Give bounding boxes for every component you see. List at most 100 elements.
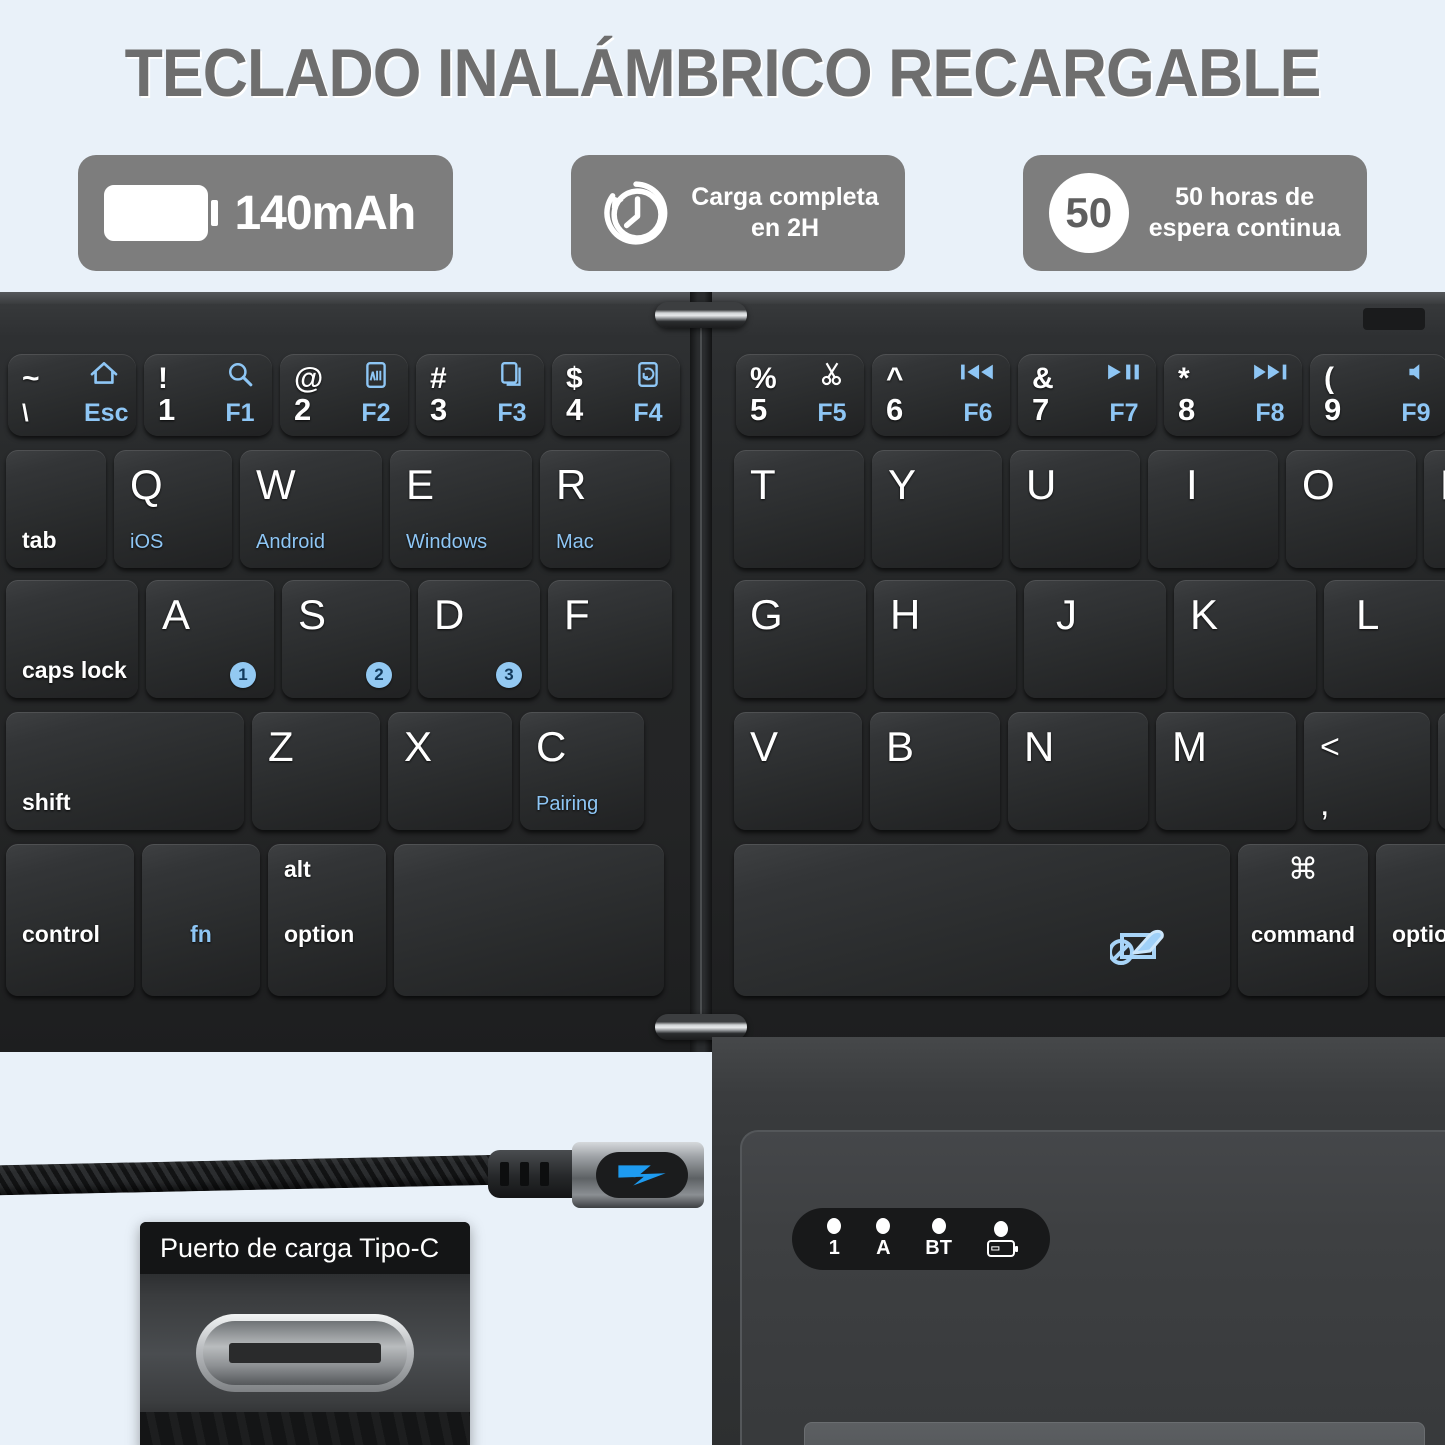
badge-battery-capacity: 140mAh — [78, 155, 454, 271]
key-f2[interactable]: @ 2 F2 — [280, 354, 408, 436]
play-pause-icon — [1104, 361, 1144, 383]
mute-icon — [1396, 361, 1436, 383]
row-bottom-right: ⌘ command option — [734, 844, 1445, 996]
next-track-icon — [1250, 361, 1290, 383]
key-spacebar-left[interactable] — [394, 844, 664, 996]
key-fn[interactable]: fn — [142, 844, 260, 996]
product-infographic: TECLADO INALÁMBRICO RECARGABLE 140mAh Ca… — [0, 0, 1445, 1445]
key-f4[interactable]: $ 4 F4 — [552, 354, 680, 436]
key-f1[interactable]: ! 1 F1 — [144, 354, 272, 436]
key-f8[interactable]: * 8 F8 — [1164, 354, 1302, 436]
key-u[interactable]: U — [1010, 450, 1140, 568]
badge-charge-time: Carga completa en 2H — [571, 155, 905, 271]
key-k[interactable]: K — [1174, 580, 1316, 698]
row-qwerty-right: T Y U I O P — [734, 450, 1445, 568]
usb-c-port — [196, 1314, 414, 1392]
multitask-icon — [492, 361, 532, 389]
key-y[interactable]: Y — [872, 450, 1002, 568]
key-shift[interactable]: shift — [6, 712, 244, 830]
fifty-circle-text: 50 — [1048, 173, 1129, 253]
badge-standby-time: 50 50 horas de espera continua — [1022, 155, 1367, 271]
key-l[interactable]: L — [1324, 580, 1445, 698]
led-indicator-strip: 1 A BT ▭ — [792, 1208, 1050, 1270]
key-g[interactable]: G — [734, 580, 866, 698]
key-n[interactable]: N — [1008, 712, 1148, 830]
cable-boot — [488, 1150, 580, 1198]
function-row-right: % 5 F5 ^ 6 F6 & 7 F7 * 8 F8 (9 F9 — [736, 354, 1445, 436]
trackpad[interactable] — [804, 1422, 1425, 1445]
badge-standby-line1: 50 horas de — [1175, 182, 1315, 211]
cable-braid — [0, 1154, 511, 1196]
key-command[interactable]: ⌘ command — [1238, 844, 1368, 996]
key-f7[interactable]: & 7 F7 — [1018, 354, 1156, 436]
key-e[interactable]: E Windows — [390, 450, 532, 568]
key-spacebar[interactable] — [734, 844, 1230, 996]
search-icon — [220, 361, 260, 387]
key-c[interactable]: C Pairing — [520, 712, 644, 830]
key-m[interactable]: M — [1156, 712, 1296, 830]
key-p[interactable]: P — [1424, 450, 1445, 568]
led-indicator-a: A — [876, 1218, 891, 1260]
key-f6[interactable]: ^ 6 F6 — [872, 354, 1010, 436]
key-b[interactable]: B — [870, 712, 1000, 830]
row-asdf-right: G H J K L — [734, 580, 1445, 698]
key-q[interactable]: Q iOS — [114, 450, 232, 568]
key-caps-lock[interactable]: caps lock — [6, 580, 138, 698]
page-title: TECLADO INALÁMBRICO RECARGABLE — [124, 35, 1322, 111]
key-esc[interactable]: ~ \ Esc — [8, 354, 136, 436]
screenshot-icon — [628, 361, 668, 389]
key-i[interactable]: I — [1148, 450, 1278, 568]
key-r[interactable]: R Mac — [540, 450, 670, 568]
row-qwerty-left: tab Q iOS W Android E Windows R Mac — [6, 450, 670, 568]
keyboard-left-half: ~ \ Esc ! 1 F1 @ 2 F2 # 3 F3 $ 4 F4 tab … — [0, 292, 690, 1052]
function-row-left: ~ \ Esc ! 1 F1 @ 2 F2 # 3 F3 $ 4 F4 — [8, 354, 680, 436]
battery-icon: ▭ — [986, 1240, 1018, 1257]
keyboard-right-half: % 5 F5 ^ 6 F6 & 7 F7 * 8 F8 (9 F9 T Y U… — [712, 292, 1445, 1052]
key-f[interactable]: F — [548, 580, 672, 698]
cable-connector — [572, 1142, 704, 1208]
feature-badges: 140mAh Carga completa en 2H 50 50 horas … — [0, 155, 1445, 271]
key-option-right[interactable]: option — [1376, 844, 1445, 996]
key-f3[interactable]: # 3 F3 — [416, 354, 544, 436]
key-f5[interactable]: % 5 F5 — [736, 354, 864, 436]
key-o[interactable]: O — [1286, 450, 1416, 568]
keyboard-lower-panel — [740, 1130, 1445, 1445]
key-h[interactable]: H — [874, 580, 1016, 698]
led-dot — [876, 1218, 891, 1234]
keyboard-hinge — [690, 292, 712, 1052]
key-v[interactable]: V — [734, 712, 862, 830]
badge-charge-line2: en 2H — [750, 214, 820, 242]
led-indicator-1: 1 — [827, 1218, 842, 1260]
key-z[interactable]: Z — [252, 712, 380, 830]
led-dot — [931, 1218, 946, 1234]
battery-icon — [104, 185, 219, 241]
clock-refresh-icon — [597, 174, 675, 252]
key-t[interactable]: T — [734, 450, 864, 568]
bt-channel-3-badge: 3 — [496, 662, 522, 688]
badge-standby-line2: espera continua — [1148, 214, 1341, 242]
lightning-bolt-icon — [596, 1152, 688, 1198]
key-f9[interactable]: ( 9 F9 — [1310, 354, 1445, 436]
key-d[interactable]: D 3 — [418, 580, 540, 698]
key-a[interactable]: A 1 — [146, 580, 274, 698]
key-w[interactable]: W Android — [240, 450, 382, 568]
row-bottom-left: control fn alt option — [6, 844, 664, 996]
key-x[interactable]: X — [388, 712, 512, 830]
badge-charge-line1: Carga completa — [691, 182, 879, 211]
key-tab[interactable]: tab — [6, 450, 106, 568]
bt-channel-2-badge: 2 — [366, 662, 392, 688]
key-s[interactable]: S 2 — [282, 580, 410, 698]
key-control[interactable]: control — [6, 844, 134, 996]
home-icon — [84, 361, 124, 385]
key-comma[interactable]: < , — [1304, 712, 1430, 830]
led-dot — [827, 1218, 842, 1234]
key-alt-option[interactable]: alt option — [268, 844, 386, 996]
cursor-pointer-icon — [1108, 919, 1172, 976]
usb-c-port-icon — [140, 1274, 470, 1445]
row-asdf-left: caps lock A 1 S 2 D 3 F — [6, 580, 672, 698]
brightness-panel-icon — [356, 361, 396, 389]
callout-title: Puerto de carga Tipo-C — [140, 1222, 470, 1274]
key-j[interactable]: J — [1024, 580, 1166, 698]
fifty-circle-icon: 50 — [1048, 173, 1129, 253]
key-period[interactable]: > . — [1438, 712, 1445, 830]
